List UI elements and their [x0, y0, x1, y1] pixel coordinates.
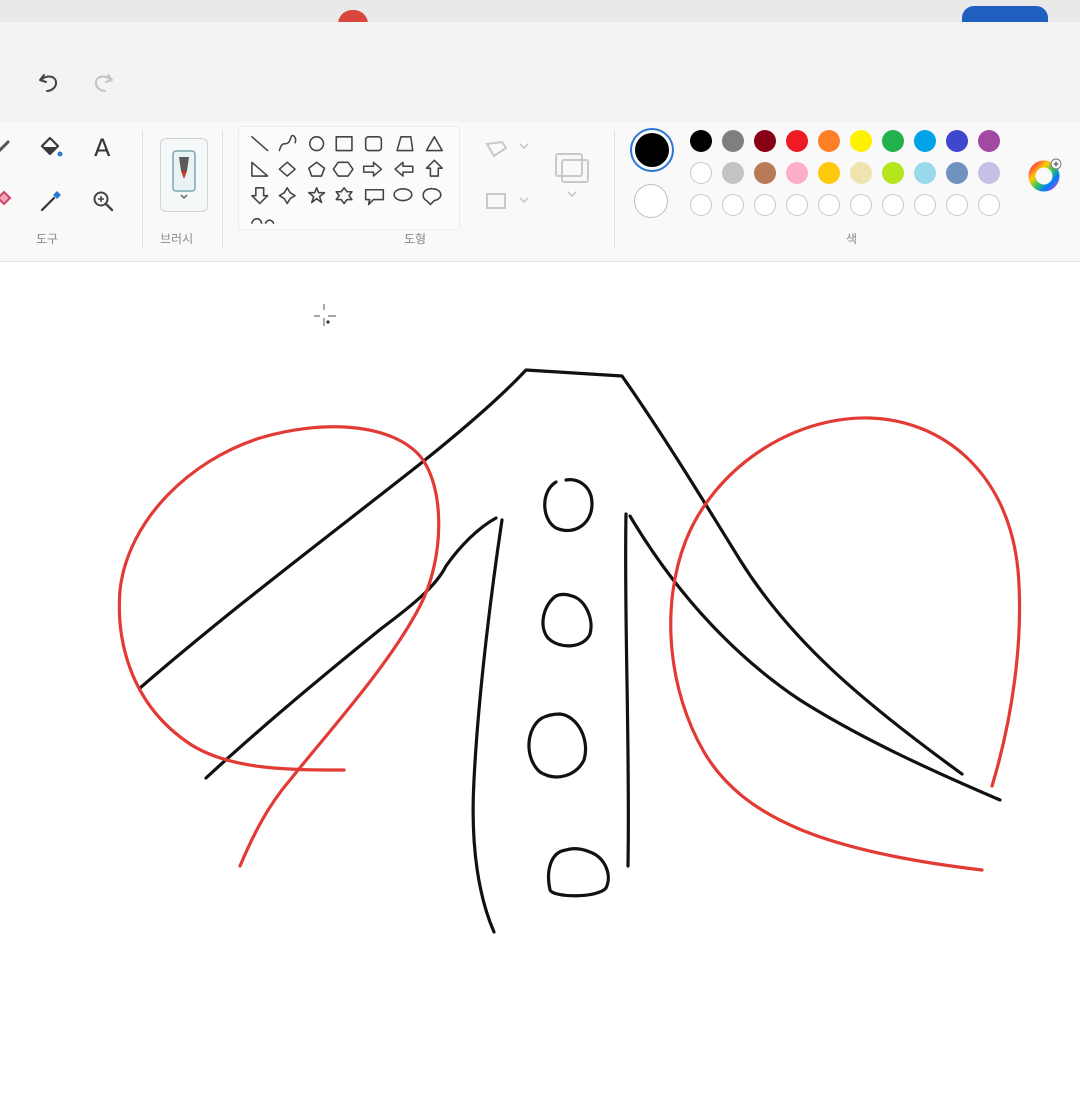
- custom-color-slot[interactable]: [914, 194, 936, 216]
- custom-color-slot[interactable]: [722, 194, 744, 216]
- red-ink-strokes: [117, 416, 1022, 872]
- palette-swatch[interactable]: [914, 130, 936, 152]
- palette-swatch[interactable]: [754, 162, 776, 184]
- palette-swatch[interactable]: [786, 130, 808, 152]
- oval-callout-shape[interactable]: [393, 188, 413, 202]
- title-bar: [0, 0, 1080, 24]
- palette-swatch[interactable]: [946, 130, 968, 152]
- left-inner-stroke: [204, 516, 498, 780]
- hexagon-shape[interactable]: [332, 161, 354, 177]
- right-vertical-stroke: [623, 512, 631, 868]
- custom-color-slot[interactable]: [690, 194, 712, 216]
- right-inner-stroke: [628, 514, 1002, 802]
- window-2: [541, 592, 593, 648]
- left-circle-annotation: [117, 425, 441, 868]
- palette-swatch[interactable]: [722, 162, 744, 184]
- rounded-rectangle-shape[interactable]: [364, 136, 383, 152]
- line-shape[interactable]: [251, 136, 269, 152]
- magnifier-icon[interactable]: [88, 186, 118, 216]
- image-icon[interactable]: [482, 186, 532, 216]
- text-icon[interactable]: A: [88, 132, 118, 162]
- down-arrow-shape[interactable]: [251, 187, 269, 205]
- custom-color-slot[interactable]: [818, 194, 840, 216]
- up-arrow-shape[interactable]: [425, 159, 443, 177]
- heart-shape[interactable]: [251, 217, 275, 224]
- separator: [222, 130, 223, 248]
- eraser-icon[interactable]: [0, 186, 22, 216]
- colors-group-label: 색: [846, 232, 858, 246]
- four-point-star-shape[interactable]: [278, 187, 296, 205]
- polygon-shape[interactable]: [396, 136, 414, 152]
- primary-color-fill: [635, 133, 669, 167]
- black-ink-strokes: [138, 368, 1002, 934]
- right-circle-annotation: [669, 416, 1022, 872]
- separator: [614, 130, 615, 248]
- layers-icon[interactable]: [552, 148, 592, 202]
- cursor-crosshair: [314, 304, 336, 326]
- right-triangle-shape[interactable]: [251, 161, 269, 177]
- palette-swatch[interactable]: [978, 162, 1000, 184]
- cloud-callout-shape[interactable]: [422, 188, 442, 206]
- pencil-icon[interactable]: [0, 132, 22, 162]
- palette-swatch[interactable]: [914, 162, 936, 184]
- five-point-star-shape[interactable]: [308, 187, 326, 204]
- pentagon-shape[interactable]: [308, 161, 326, 177]
- palette-swatch[interactable]: [690, 130, 712, 152]
- palette-swatch[interactable]: [690, 162, 712, 184]
- triangle-shape[interactable]: [425, 136, 443, 152]
- palette-swatch[interactable]: [850, 162, 872, 184]
- custom-color-slot[interactable]: [754, 194, 776, 216]
- svg-text:A: A: [94, 134, 111, 162]
- drawing-layer: [117, 304, 1022, 934]
- right-arrow-shape[interactable]: [362, 161, 383, 177]
- redo-icon[interactable]: [88, 66, 118, 96]
- fill-bucket-icon[interactable]: [36, 134, 66, 164]
- brush-button[interactable]: [160, 138, 208, 212]
- palette-swatch[interactable]: [850, 130, 872, 152]
- color-picker-icon[interactable]: [36, 186, 66, 216]
- palette-swatch[interactable]: [818, 162, 840, 184]
- shapes-gallery[interactable]: [238, 126, 460, 230]
- custom-color-slot[interactable]: [786, 194, 808, 216]
- palette-swatch[interactable]: [946, 162, 968, 184]
- oval-shape[interactable]: [308, 136, 325, 152]
- separator: [142, 130, 143, 248]
- palette-swatch[interactable]: [818, 130, 840, 152]
- custom-color-slot[interactable]: [946, 194, 968, 216]
- palette-swatch[interactable]: [978, 130, 1000, 152]
- left-vertical-stroke: [471, 518, 504, 934]
- diamond-shape[interactable]: [278, 161, 296, 177]
- shapes-group-label: 도형: [404, 232, 427, 246]
- palette-swatch[interactable]: [882, 130, 904, 152]
- palette-swatch[interactable]: [882, 162, 904, 184]
- quick-access-bar: [0, 22, 1080, 122]
- window-1: [543, 478, 594, 533]
- secondary-color-swatch[interactable]: [634, 184, 668, 218]
- window-3: [527, 712, 588, 779]
- tools-group-label: 도구: [36, 232, 59, 246]
- six-point-star-shape[interactable]: [335, 187, 353, 205]
- curve-shape[interactable]: [278, 134, 297, 152]
- drawing-canvas[interactable]: [0, 262, 1080, 1110]
- rectangular-callout-shape[interactable]: [364, 188, 385, 206]
- primary-color-swatch[interactable]: [630, 128, 674, 172]
- rectangle-shape[interactable]: [335, 136, 353, 152]
- custom-color-slot[interactable]: [978, 194, 1000, 216]
- left-arrow-shape[interactable]: [394, 161, 414, 177]
- ribbon: A 도구 브러시 도형 색: [0, 122, 1080, 262]
- window-4: [546, 847, 610, 898]
- brush-icon: [172, 150, 196, 200]
- selection-icon[interactable]: [482, 134, 532, 164]
- undo-icon[interactable]: [34, 66, 64, 96]
- palette-swatch[interactable]: [786, 162, 808, 184]
- palette-swatch[interactable]: [754, 130, 776, 152]
- palette-swatch[interactable]: [722, 130, 744, 152]
- brush-group-label: 브러시: [160, 232, 194, 246]
- custom-color-slot[interactable]: [850, 194, 872, 216]
- color-wheel-icon[interactable]: [1026, 156, 1066, 196]
- custom-color-slot[interactable]: [882, 194, 904, 216]
